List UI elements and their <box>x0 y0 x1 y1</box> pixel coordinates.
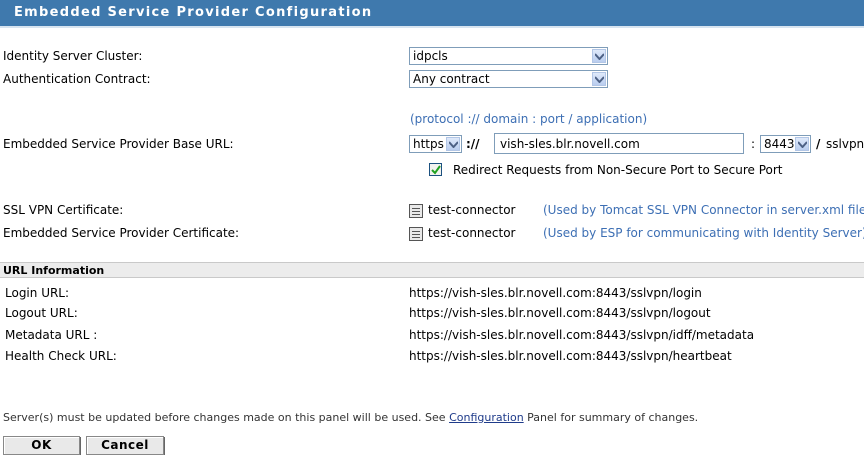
auth-contract-select[interactable]: Any contract <box>409 70 608 88</box>
ssl-cert-value: test-connector <box>428 203 516 217</box>
certificate-icon[interactable] <box>409 227 423 241</box>
footer-note: Server(s) must be updated before changes… <box>3 411 698 424</box>
ssl-cert-note: (Used by Tomcat SSL VPN Connector in ser… <box>543 203 864 217</box>
ok-button[interactable]: OK <box>3 436 80 455</box>
identity-cluster-select[interactable]: idpcls <box>409 47 608 65</box>
url-row-value: https://vish-sles.blr.novell.com:8443/ss… <box>409 306 711 320</box>
domain-value: vish-sles.blr.novell.com <box>500 137 640 151</box>
port-value: 8443 <box>764 137 795 151</box>
url-row-value: https://vish-sles.blr.novell.com:8443/ss… <box>409 349 732 363</box>
checkmark-icon <box>431 165 441 175</box>
url-row-label: Metadata URL : <box>5 328 98 342</box>
configuration-link[interactable]: Configuration <box>449 411 524 424</box>
ssl-cert-label: SSL VPN Certificate: <box>3 203 124 217</box>
application-separator: / <box>816 137 821 151</box>
chevron-down-icon[interactable] <box>795 137 809 151</box>
page-title: Embedded Service Provider Configuration <box>14 5 373 20</box>
chevron-down-icon[interactable] <box>592 72 606 86</box>
url-row-label: Health Check URL: <box>5 349 117 363</box>
url-format-hint: (protocol :// domain : port / applicatio… <box>410 112 648 126</box>
application-value: sslvpn <box>826 137 864 151</box>
protocol-value: https <box>413 137 444 151</box>
redirect-checkbox[interactable] <box>429 163 442 176</box>
port-select[interactable]: 8443 <box>760 135 811 153</box>
identity-cluster-value: idpcls <box>413 49 448 63</box>
esp-cert-value: test-connector <box>428 226 516 240</box>
url-row-value: https://vish-sles.blr.novell.com:8443/ss… <box>409 286 702 300</box>
redirect-label: Redirect Requests from Non-Secure Port t… <box>453 163 783 177</box>
url-row-label: Login URL: <box>5 286 70 300</box>
footer-note-suffix: Panel for summary of changes. <box>523 411 699 424</box>
url-row-value: https://vish-sles.blr.novell.com:8443/ss… <box>409 328 755 342</box>
protocol-select[interactable]: https <box>409 135 462 153</box>
footer-note-prefix: Server(s) must be updated before changes… <box>3 411 450 424</box>
esp-cert-note: (Used by ESP for communicating with Iden… <box>543 226 864 240</box>
title-bar: Embedded Service Provider Configuration <box>0 0 864 28</box>
identity-cluster-label: Identity Server Cluster: <box>3 49 143 63</box>
chevron-down-icon[interactable] <box>446 137 460 151</box>
certificate-icon[interactable] <box>409 204 423 218</box>
url-row-label: Logout URL: <box>5 306 78 320</box>
base-url-label: Embedded Service Provider Base URL: <box>3 137 234 151</box>
auth-contract-label: Authentication Contract: <box>3 72 151 86</box>
domain-input[interactable]: vish-sles.blr.novell.com <box>494 133 744 154</box>
auth-contract-value: Any contract <box>413 72 490 86</box>
section-title: URL Information <box>3 264 105 277</box>
chevron-down-icon[interactable] <box>592 49 606 63</box>
url-information-header: URL Information <box>0 262 864 278</box>
cancel-button[interactable]: Cancel <box>86 436 164 455</box>
protocol-separator: :// <box>466 137 480 151</box>
port-separator: : <box>751 137 756 151</box>
esp-cert-label: Embedded Service Provider Certificate: <box>3 226 240 240</box>
